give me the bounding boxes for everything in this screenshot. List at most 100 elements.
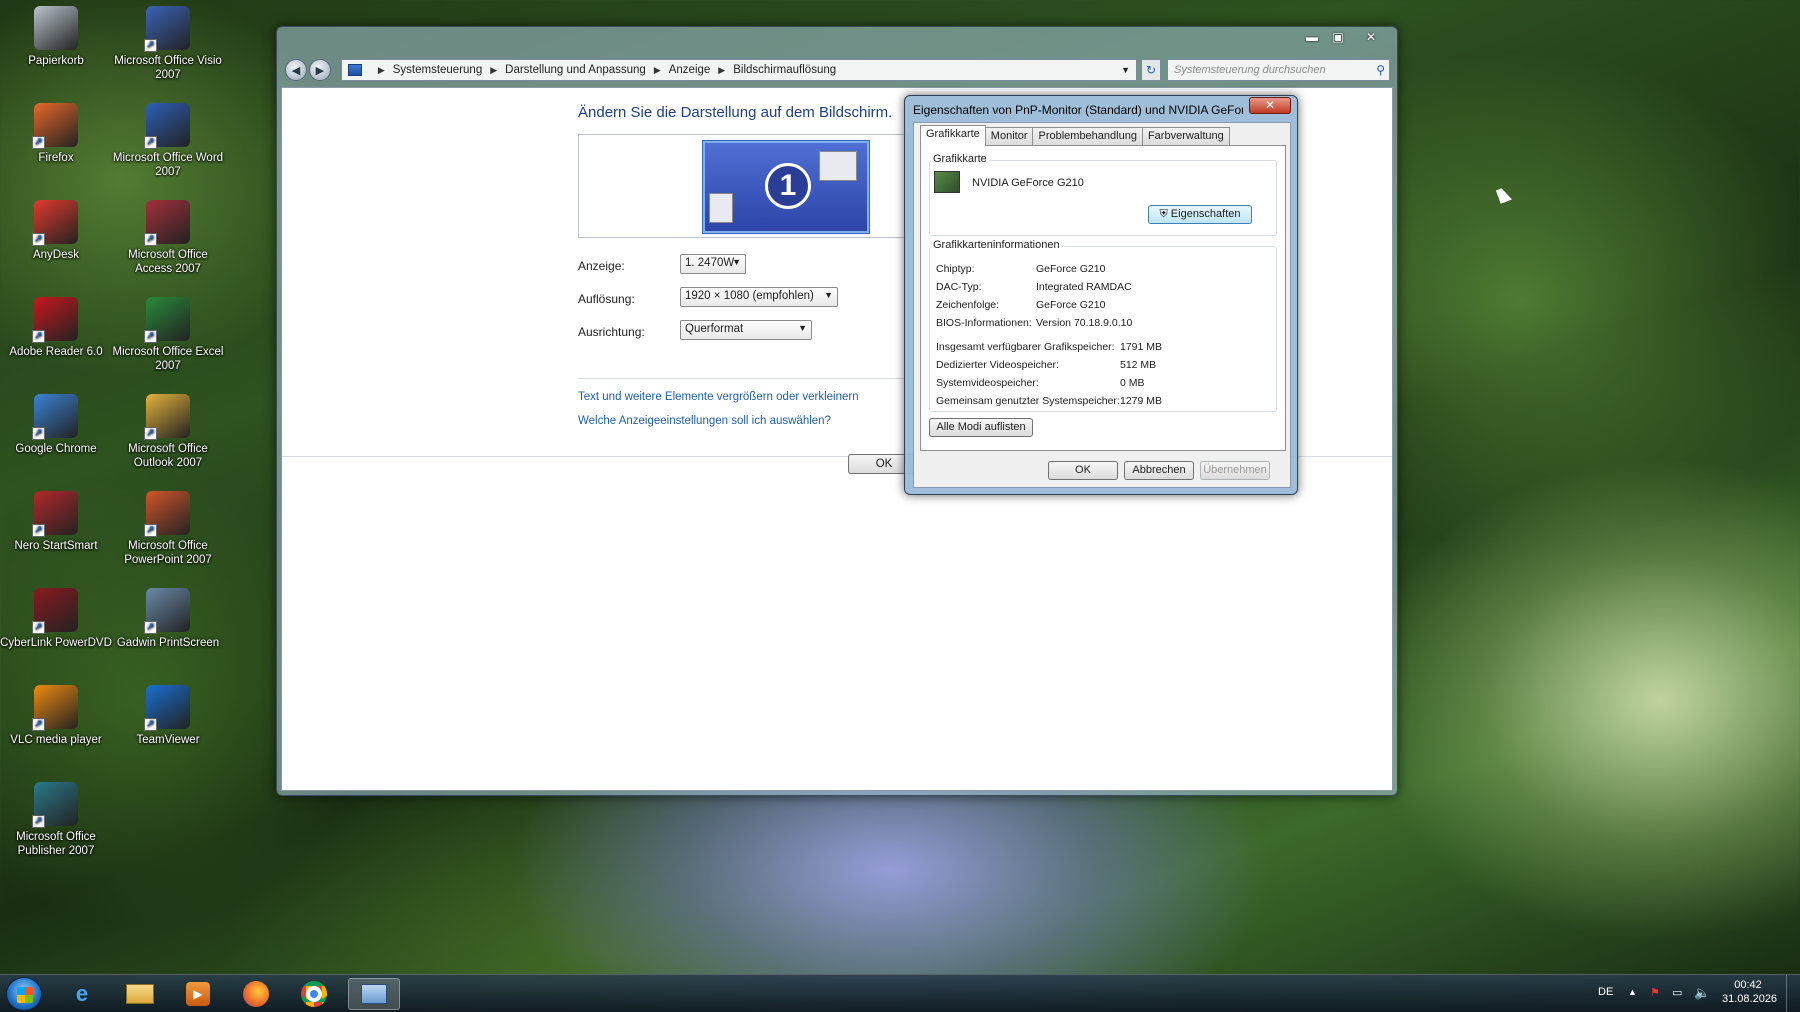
- desktop-icon[interactable]: ↗ Microsoft Office PowerPoint 2007: [112, 491, 224, 567]
- info-label: BIOS-Informationen:: [936, 317, 1032, 329]
- show-hidden-icons[interactable]: ▲: [1628, 987, 1637, 997]
- tab-monitor[interactable]: Monitor: [984, 127, 1034, 145]
- desktop-icon[interactable]: ↗ TeamViewer: [112, 685, 224, 747]
- display-select[interactable]: 1. 2470W ▼: [680, 254, 746, 274]
- memory-label: Gemeinsam genutzter Systemspeicher:: [936, 395, 1120, 407]
- adobe-reader-icon: ↗: [32, 297, 78, 343]
- maximize-button[interactable]: ▣: [1325, 27, 1351, 46]
- desktop-icon[interactable]: ↗ CyberLink PowerDVD: [0, 588, 112, 650]
- desktop-icon[interactable]: ↗ Google Chrome: [0, 394, 112, 456]
- desktop-icon[interactable]: ↗ Microsoft Office Word 2007: [112, 103, 224, 179]
- taskbar-ie[interactable]: e: [58, 978, 106, 1010]
- desktop-icon[interactable]: ↗ Microsoft Office Visio 2007: [112, 6, 224, 82]
- info-group-label: Grafikkarteninformationen: [931, 239, 1062, 251]
- desktop-icon[interactable]: ↗ Nero StartSmart: [0, 491, 112, 553]
- desktop-icon[interactable]: ↗ Microsoft Office Access 2007: [112, 200, 224, 276]
- windows-logo-icon: [17, 987, 33, 1003]
- shortcut-arrow-icon: ↗: [32, 815, 45, 828]
- breadcrumb-darstellung[interactable]: Darstellung und Anpassung: [505, 64, 646, 76]
- address-bar-row: ◀ ▶ ▶ Systemsteuerung ▶ Darstellung und …: [285, 57, 1391, 83]
- resolution-select-value: 1920 × 1080 (empfohlen): [685, 290, 814, 302]
- desktop-icon[interactable]: ↗ Microsoft Office Publisher 2007: [0, 782, 112, 858]
- dialog-body: Grafikkarte Monitor Problembehandlung Fa…: [913, 122, 1291, 488]
- shortcut-arrow-icon: ↗: [144, 427, 157, 440]
- monitor-1-preview[interactable]: 1: [703, 141, 869, 233]
- breadcrumb-bildschirmaufloesung[interactable]: Bildschirmauflösung: [733, 64, 836, 76]
- forward-arrow-icon: ▶: [315, 64, 325, 77]
- chevron-down-icon[interactable]: ▼: [1121, 65, 1130, 75]
- shortcut-arrow-icon: ↗: [144, 621, 157, 634]
- shortcut-arrow-icon: ↗: [32, 718, 45, 731]
- memory-value: 1279 MB: [1120, 395, 1163, 407]
- taskbar-media-player[interactable]: ▶: [174, 978, 222, 1010]
- desktop-icon[interactable]: ↗ Gadwin PrintScreen: [112, 588, 224, 650]
- volume-icon[interactable]: 🔈: [1694, 985, 1710, 1001]
- tab-grafikkarte[interactable]: Grafikkarte: [920, 125, 986, 146]
- info-value: GeForce G210: [1036, 263, 1106, 275]
- forward-button[interactable]: ▶: [308, 59, 331, 81]
- close-button[interactable]: ✕: [1351, 27, 1391, 46]
- taskbar-firefox[interactable]: [232, 978, 280, 1010]
- desktop-icon[interactable]: ↗ Adobe Reader 6.0: [0, 297, 112, 359]
- taskbar-explorer[interactable]: [116, 978, 164, 1010]
- desktop-icon[interactable]: Papierkorb: [0, 6, 112, 68]
- mouse-cursor-icon: [1495, 186, 1513, 204]
- desktop-icon-label: Microsoft Office Visio 2007: [114, 55, 222, 81]
- divider: [578, 378, 908, 379]
- minimize-button[interactable]: ▬: [1299, 27, 1325, 46]
- desktop-icon-label: Microsoft Office PowerPoint 2007: [124, 540, 212, 566]
- window-thumbnail-icon: [819, 151, 857, 181]
- which-settings-link[interactable]: Welche Anzeigeeinstellungen soll ich aus…: [578, 415, 831, 427]
- desktop-icon[interactable]: ↗ Microsoft Office Outlook 2007: [112, 394, 224, 470]
- breadcrumb-systemsteuerung[interactable]: Systemsteuerung: [393, 64, 483, 76]
- back-button[interactable]: ◀: [285, 59, 307, 81]
- tab-farbverwaltung[interactable]: Farbverwaltung: [1141, 127, 1230, 145]
- tab-problembehandlung[interactable]: Problembehandlung: [1032, 127, 1143, 145]
- memory-label: Insgesamt verfügbarer Grafikspeicher:: [936, 341, 1115, 353]
- desktop-icon-label: Microsoft Office Excel 2007: [112, 346, 224, 372]
- monitor-number: 1: [765, 163, 811, 209]
- clock[interactable]: 00:42 31.08.2026: [1722, 979, 1778, 1005]
- tab-panel-grafikkarte: NVIDIA GeForce G210 ⛨ Eigenschaften Graf…: [920, 145, 1286, 451]
- language-indicator[interactable]: DE: [1598, 986, 1613, 998]
- refresh-button[interactable]: ↻: [1141, 59, 1161, 81]
- chrome-icon: [301, 981, 327, 1007]
- breadcrumb-anzeige[interactable]: Anzeige: [669, 64, 711, 76]
- orientation-label: Ausrichtung:: [578, 325, 645, 339]
- monitor-preview-area: 1: [578, 134, 908, 238]
- resolution-select[interactable]: 1920 × 1080 (empfohlen) ▼: [680, 287, 838, 307]
- network-icon[interactable]: ▭: [1672, 986, 1682, 999]
- adapter-properties-button[interactable]: ⛨ Eigenschaften: [1148, 205, 1252, 224]
- info-label: Chiptyp:: [936, 263, 975, 275]
- dialog-apply-button[interactable]: Übernehmen: [1200, 461, 1270, 480]
- memory-value: 512 MB: [1120, 359, 1157, 371]
- media-player-icon: ▶: [186, 982, 210, 1006]
- publisher-icon: ↗: [32, 782, 78, 828]
- adapter-group-label: Grafikkarte: [931, 153, 989, 165]
- text-size-link[interactable]: Text und weitere Elemente vergrößern ode…: [578, 391, 859, 403]
- desktop-icon[interactable]: ↗ VLC media player: [0, 685, 112, 747]
- chevron-right-icon: ▶: [490, 64, 498, 75]
- action-center-flag-icon[interactable]: ⚑: [1650, 986, 1660, 999]
- dialog-cancel-button[interactable]: Abbrechen: [1124, 461, 1194, 480]
- shortcut-arrow-icon: ↗: [32, 136, 45, 149]
- dialog-close-button[interactable]: ✕: [1249, 97, 1291, 114]
- list-modes-button[interactable]: Alle Modi auflisten: [929, 418, 1033, 437]
- desktop-icon-label: Adobe Reader 6.0: [9, 346, 103, 358]
- clock-date: 31.08.2026: [1722, 993, 1778, 1005]
- taskbar-chrome[interactable]: [290, 978, 338, 1010]
- show-desktop-button[interactable]: [1786, 975, 1800, 1012]
- breadcrumb[interactable]: ▶ Systemsteuerung ▶ Darstellung und Anpa…: [340, 59, 1138, 81]
- desktop-icon[interactable]: ↗ AnyDesk: [0, 200, 112, 262]
- start-button[interactable]: [6, 977, 42, 1011]
- desktop-icon[interactable]: ↗ Microsoft Office Excel 2007: [112, 297, 224, 373]
- dialog-ok-button[interactable]: OK: [1048, 461, 1118, 480]
- desktop-icon[interactable]: ↗ Firefox: [0, 103, 112, 165]
- word-icon: ↗: [144, 103, 190, 149]
- search-input[interactable]: Systemsteuerung durchsuchen ⚲: [1167, 59, 1391, 81]
- shortcut-arrow-icon: ↗: [144, 524, 157, 537]
- taskbar-control-panel[interactable]: [348, 978, 400, 1010]
- powerdvd-icon: ↗: [32, 588, 78, 634]
- search-icon[interactable]: ⚲: [1376, 63, 1385, 77]
- orientation-select[interactable]: Querformat ▼: [680, 320, 812, 340]
